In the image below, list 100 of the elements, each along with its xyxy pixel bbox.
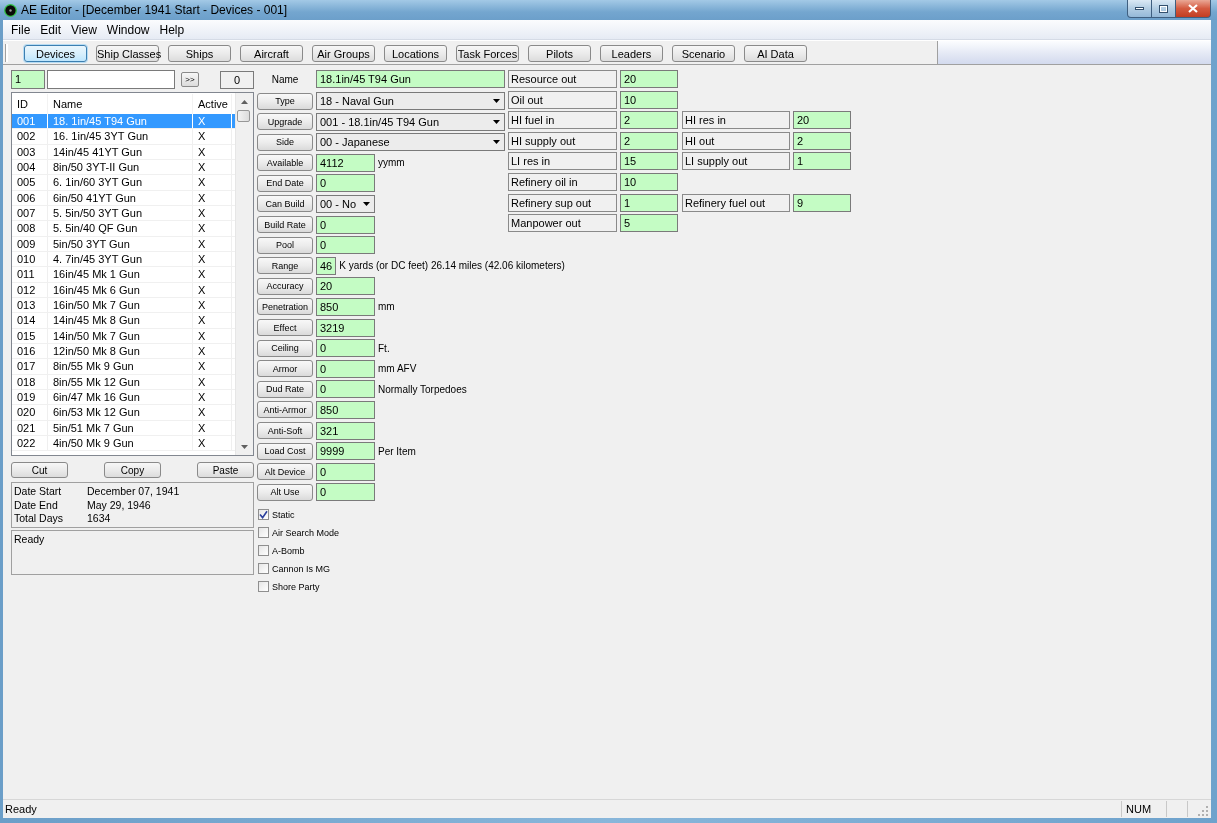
input-field[interactable]: 20 <box>793 111 851 130</box>
checkbox[interactable] <box>258 581 269 593</box>
action-button[interactable]: Cut <box>11 462 68 478</box>
dropdown[interactable]: 00 - Japanese <box>316 133 505 152</box>
input-field[interactable]: 850 <box>316 297 375 316</box>
field-button[interactable]: Penetration <box>257 298 313 316</box>
input-field[interactable]: 850 <box>316 400 375 419</box>
list-row[interactable]: 012 16in/45 Mk 6 Gun X <box>12 282 235 298</box>
action-button[interactable]: Paste <box>197 462 254 478</box>
list-row[interactable]: 019 6in/47 Mk 16 Gun X <box>12 389 235 406</box>
checkbox[interactable] <box>258 509 269 521</box>
input-field[interactable]: 0 <box>316 483 375 502</box>
dropdown[interactable]: 001 - 18.1in/45 T94 Gun <box>316 112 505 131</box>
toolbar-button[interactable]: Ship Classes <box>96 45 159 62</box>
toolbar-button[interactable]: Scenario <box>672 45 735 62</box>
column-header[interactable]: Active <box>193 93 232 114</box>
list-row[interactable]: 016 12in/50 Mk 8 Gun X <box>12 343 235 360</box>
dropdown[interactable]: 18 - Naval Gun <box>316 92 505 110</box>
field-button[interactable]: Armor <box>257 360 313 378</box>
menu-item[interactable]: Window <box>101 21 155 38</box>
dropdown[interactable]: 00 - No <box>316 194 375 213</box>
menu-item[interactable]: File <box>6 21 36 38</box>
field-button[interactable]: Alt Device <box>257 463 313 481</box>
input-field[interactable]: 9 <box>793 193 851 212</box>
list-row[interactable]: 013 16in/50 Mk 7 Gun X <box>12 297 235 314</box>
column-header[interactable]: ID <box>12 93 48 114</box>
input-field[interactable]: 0 <box>316 215 375 234</box>
list-row[interactable]: 008 5. 5in/40 QF Gun X <box>12 221 235 237</box>
input-field[interactable]: 4112 <box>316 153 375 172</box>
list-row[interactable]: 003 14in/45 41YT Gun X <box>12 144 235 160</box>
list-row[interactable]: 015 14in/50 Mk 7 Gun X <box>12 328 235 344</box>
input-field[interactable]: 0 <box>316 339 375 358</box>
checkbox[interactable] <box>258 527 269 539</box>
checkbox[interactable] <box>258 545 269 557</box>
toolbar-button[interactable]: Task Forces <box>456 45 519 62</box>
toolbar-button[interactable]: Locations <box>384 45 447 62</box>
action-button[interactable]: Copy <box>104 462 161 478</box>
list-row[interactable]: 010 4. 7in/45 3YT Gun X <box>12 251 235 268</box>
toolbar-button[interactable]: Ships <box>168 45 231 62</box>
menu-item[interactable]: View <box>66 21 102 38</box>
input-field[interactable]: 1 <box>793 152 851 171</box>
input-field[interactable]: 10 <box>620 90 678 109</box>
search-field[interactable] <box>47 70 175 89</box>
maximize-button[interactable] <box>1152 0 1176 18</box>
field-button[interactable]: Dud Rate <box>257 380 313 398</box>
list-row[interactable]: 004 8in/50 3YT-II Gun X <box>12 160 235 176</box>
list-row[interactable]: 009 5in/50 3YT Gun X <box>12 236 235 252</box>
input-field[interactable]: 321 <box>316 421 375 440</box>
input-field[interactable]: 0 <box>316 380 375 399</box>
list-row[interactable]: 021 5in/51 Mk 7 Gun X <box>12 420 235 436</box>
input-field[interactable]: 0 <box>316 359 375 378</box>
field-button[interactable]: End Date <box>257 174 313 192</box>
input-field[interactable]: 5 <box>620 214 678 233</box>
list-row[interactable]: 018 8in/55 Mk 12 Gun X <box>12 374 235 390</box>
toolbar-button[interactable]: Leaders <box>600 45 663 62</box>
field-button[interactable]: Anti-Soft <box>257 422 313 439</box>
field-button[interactable]: Type <box>257 92 313 110</box>
field-button[interactable]: Alt Use <box>257 483 313 501</box>
input-field[interactable]: 0 <box>316 174 375 193</box>
record-field[interactable]: 1 <box>11 70 45 89</box>
field-button[interactable]: Accuracy <box>257 277 313 295</box>
input-field[interactable]: 18.1in/45 T94 Gun <box>316 70 505 88</box>
field-button[interactable]: Upgrade <box>257 113 313 131</box>
toolbar-button[interactable]: Aircraft <box>240 45 303 62</box>
list-row[interactable]: 005 6. 1in/60 3YT Gun X <box>12 175 235 191</box>
list-row[interactable]: 007 5. 5in/50 3YT Gun X <box>12 205 235 222</box>
toolbar-button[interactable]: Air Groups <box>312 45 375 62</box>
list-row[interactable]: 011 16in/45 Mk 1 Gun X <box>12 267 235 283</box>
field-button[interactable]: Load Cost <box>257 442 313 460</box>
field-button[interactable]: Side <box>257 133 313 151</box>
toolbar-button[interactable]: Pilots <box>528 45 591 62</box>
field-button[interactable]: Anti-Armor <box>257 401 313 419</box>
input-field[interactable]: 15 <box>620 152 678 171</box>
input-field[interactable]: 3219 <box>316 318 375 337</box>
list-row[interactable]: 020 6in/53 Mk 12 Gun X <box>12 405 235 421</box>
input-field[interactable]: 10 <box>620 172 678 191</box>
go-button[interactable]: >> <box>181 72 199 87</box>
scrollbar[interactable] <box>235 93 253 455</box>
input-field[interactable]: 1 <box>620 193 678 212</box>
input-field[interactable]: 20 <box>620 70 678 88</box>
field-button[interactable]: Effect <box>257 319 313 337</box>
input-field[interactable]: 20 <box>316 277 375 296</box>
toolbar-button[interactable]: Devices <box>24 45 87 62</box>
checkbox[interactable] <box>258 563 269 575</box>
field-button[interactable]: Ceiling <box>257 339 313 357</box>
input-field[interactable]: 2 <box>620 131 678 150</box>
list-row[interactable]: 014 14in/45 Mk 8 Gun X <box>12 313 235 329</box>
menu-item[interactable]: Edit <box>35 21 67 38</box>
field-button[interactable]: Build Rate <box>257 216 313 234</box>
input-field[interactable]: 2 <box>793 131 851 150</box>
list-row[interactable]: 017 8in/55 Mk 9 Gun X <box>12 359 235 375</box>
column-header[interactable]: Name <box>48 93 193 114</box>
input-field[interactable]: 2 <box>620 111 678 130</box>
input-field[interactable]: 46 <box>316 256 337 275</box>
input-field[interactable]: 0 <box>316 462 375 481</box>
field-button[interactable]: Available <box>257 154 313 172</box>
close-button[interactable] <box>1176 0 1211 18</box>
list-row[interactable]: 002 16. 1in/45 3YT Gun X <box>12 129 235 145</box>
scroll-thumb[interactable] <box>237 110 250 122</box>
field-button[interactable]: Can Build <box>257 195 313 213</box>
